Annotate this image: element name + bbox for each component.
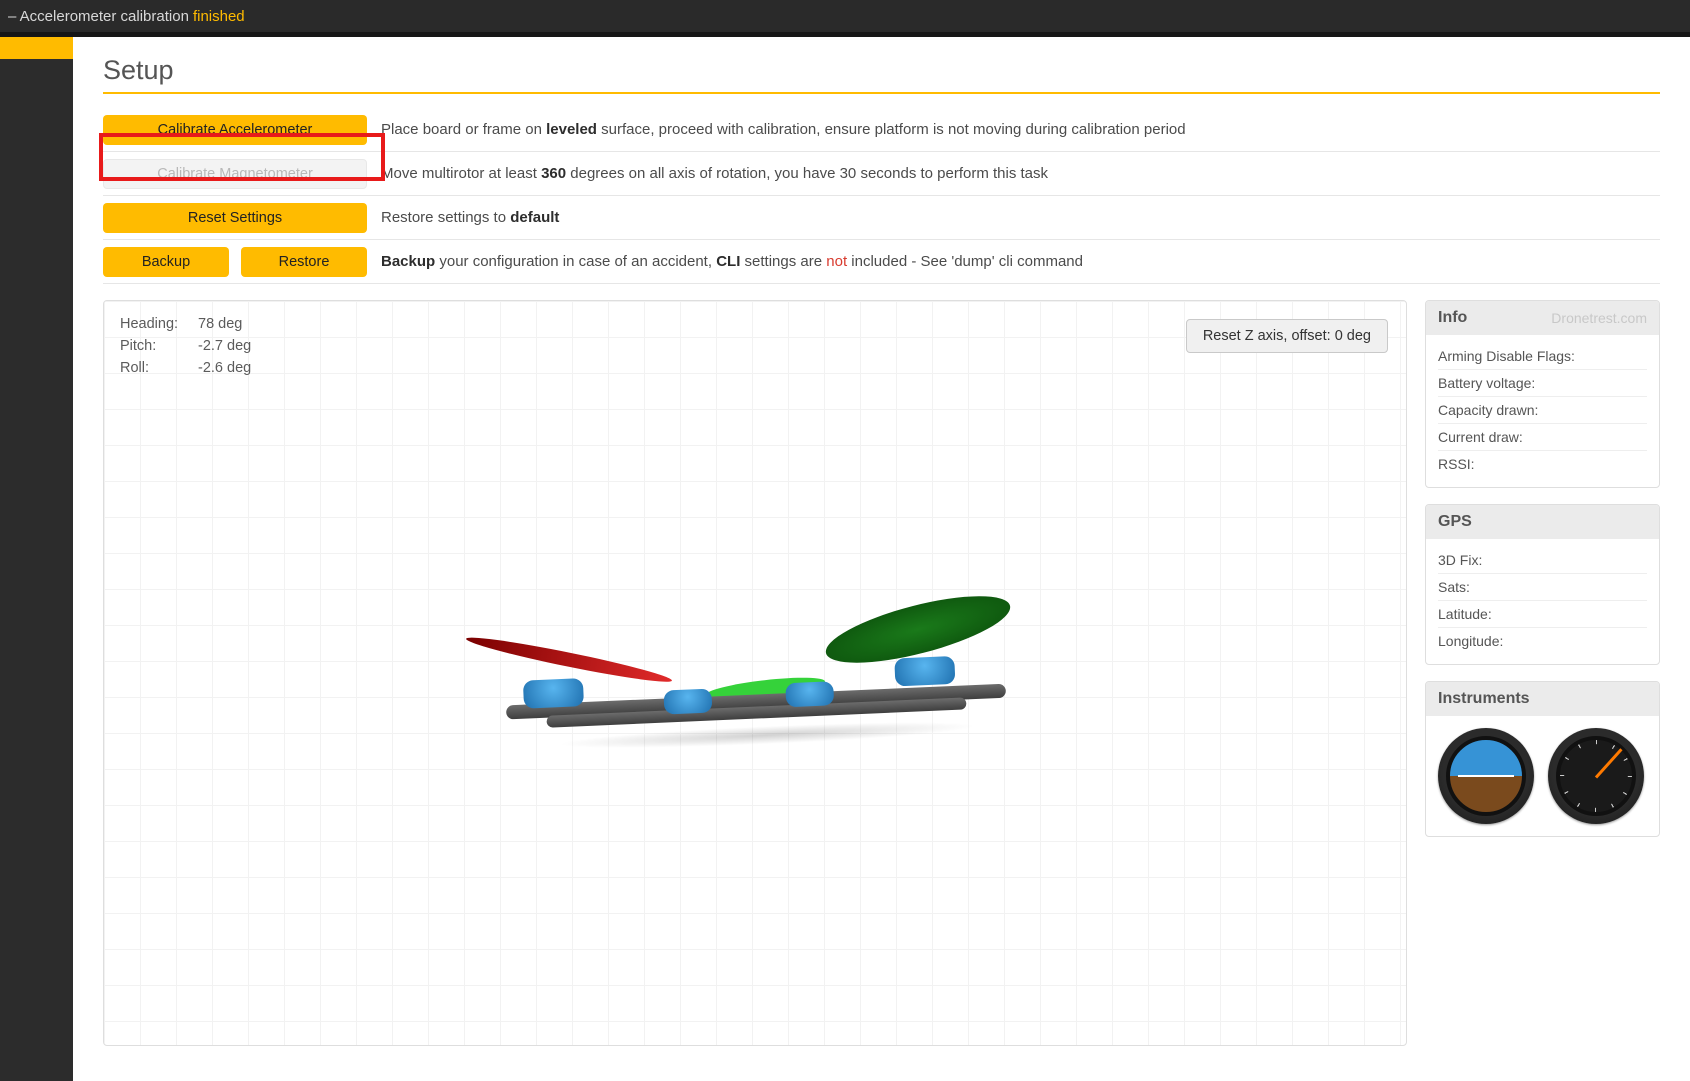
pitch-value: -2.7 deg [198, 335, 251, 357]
text-bold: default [510, 209, 559, 226]
attitude-indicator-gauge [1438, 728, 1534, 824]
pitch-label: Pitch: [120, 335, 188, 357]
drone-3d-model[interactable] [492, 597, 1018, 760]
calibrate-magnetometer-button: Calibrate Magnetometer [103, 159, 367, 189]
attitude-readout: Heading: 78 deg Pitch: -2.7 deg Roll: -2.6 … [120, 313, 251, 379]
heading-value: 78 deg [198, 313, 242, 335]
info-row-arming: Arming Disable Flags: [1438, 343, 1647, 369]
restore-button[interactable]: Restore [241, 247, 367, 277]
calibrate-accelerometer-button[interactable]: Calibrate Accelerometer [103, 115, 367, 145]
watermark-text: Dronetrest.com [1551, 310, 1647, 326]
setup-actions: Calibrate Accelerometer Place board or f… [103, 108, 1660, 284]
status-bar: – Accelerometer calibration finished [0, 0, 1690, 37]
text: Move multirotor at least [381, 165, 541, 182]
gps-panel-title: GPS [1438, 513, 1472, 531]
backup-restore-desc: Backup your configuration in case of an … [377, 247, 1660, 276]
info-row-battery: Battery voltage: [1438, 369, 1647, 396]
text: your configuration in case of an acciden… [435, 253, 716, 270]
backup-button[interactable]: Backup [103, 247, 229, 277]
text: settings are [740, 253, 826, 270]
gps-row-sats: Sats: [1438, 573, 1647, 600]
text-bold: CLI [716, 253, 740, 270]
info-panel-title: Info [1438, 309, 1467, 327]
model-preview-pane: Heading: 78 deg Pitch: -2.7 deg Roll: -2.6 … [103, 300, 1407, 1046]
status-text: – Accelerometer calibration [8, 8, 189, 25]
reset-z-axis-button[interactable]: Reset Z axis, offset: 0 deg [1186, 319, 1388, 353]
sidebar-nav[interactable] [0, 37, 73, 1081]
page-title: Setup [103, 55, 1660, 86]
heading-gauge [1548, 728, 1644, 824]
text: degrees on all axis of rotation, you hav… [566, 165, 1048, 182]
calibrate-accelerometer-desc: Place board or frame on leveled surface,… [377, 115, 1660, 144]
gps-panel: GPS 3D Fix: Sats: Latitude: Longitude: [1425, 504, 1660, 665]
text-warning: not [826, 253, 847, 270]
info-row-current: Current draw: [1438, 423, 1647, 450]
instruments-panel: Instruments [1425, 681, 1660, 837]
info-row-rssi: RSSI: [1438, 450, 1647, 477]
reset-settings-button[interactable]: Reset Settings [103, 203, 367, 233]
calibrate-magnetometer-desc: Move multirotor at least 360 degrees on … [377, 159, 1660, 188]
heading-label: Heading: [120, 313, 188, 335]
text: included - See 'dump' cli command [847, 253, 1083, 270]
text-bold: Backup [381, 253, 435, 270]
gps-row-lon: Longitude: [1438, 627, 1647, 654]
title-divider [103, 92, 1660, 94]
text: Place board or frame on [381, 121, 546, 138]
gps-row-3dfix: 3D Fix: [1438, 547, 1647, 573]
text: Restore settings to [381, 209, 510, 226]
status-result: finished [193, 8, 245, 25]
gps-row-lat: Latitude: [1438, 600, 1647, 627]
text-bold: 360 [541, 165, 566, 182]
info-panel: Info Dronetrest.com Arming Disable Flags… [1425, 300, 1660, 488]
text: surface, proceed with calibration, ensur… [597, 121, 1186, 138]
roll-label: Roll: [120, 357, 188, 379]
instruments-panel-title: Instruments [1438, 690, 1530, 708]
text-bold: leveled [546, 121, 597, 138]
roll-value: -2.6 deg [198, 357, 251, 379]
info-row-capacity: Capacity drawn: [1438, 396, 1647, 423]
reset-settings-desc: Restore settings to default [377, 203, 1660, 232]
